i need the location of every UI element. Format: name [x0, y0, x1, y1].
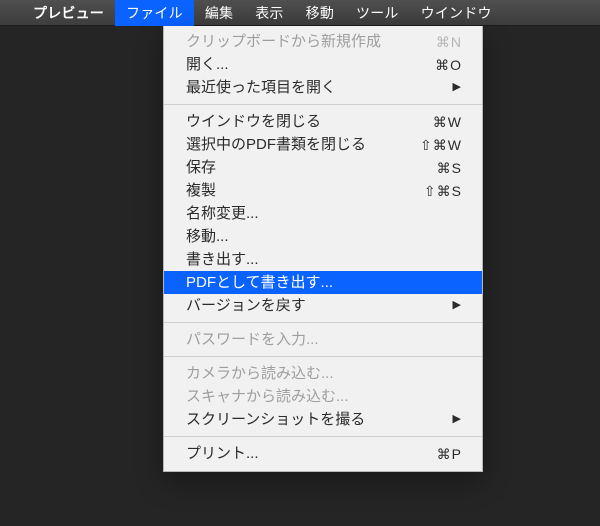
menu-item-label: 開く... [186, 57, 435, 72]
menu-item-label: 移動... [186, 229, 462, 244]
menu-item-shortcut: ⌘S [437, 161, 462, 175]
menu-item-row: スキャナから読み込む... [164, 385, 482, 408]
menu-item-shortcut: ⇧⌘S [424, 184, 462, 198]
menu-item-label: バージョンを戻す [186, 298, 453, 313]
menu-item-label: カメラから読み込む... [186, 366, 462, 381]
menu-item-row[interactable]: スクリーンショットを撮る▶ [164, 408, 482, 431]
menu-item-shortcut: ⌘W [433, 115, 462, 129]
menubar-item[interactable]: 移動 [295, 0, 345, 26]
menubar: プレビュー ファイル編集表示移動ツールウインドウ [0, 0, 600, 26]
menu-item-label: パスワードを入力... [186, 332, 462, 347]
menu-item-label: 複製 [186, 183, 424, 198]
menu-item-row[interactable]: 書き出す... [164, 248, 482, 271]
menu-item-row: パスワードを入力... [164, 328, 482, 351]
menubar-item[interactable]: ウインドウ [410, 0, 503, 26]
menu-item-row[interactable]: 移動... [164, 225, 482, 248]
menubar-item[interactable]: 編集 [194, 0, 244, 26]
menu-item-row[interactable]: 保存⌘S [164, 156, 482, 179]
menu-item-row[interactable]: バージョンを戻す▶ [164, 294, 482, 317]
menu-item-row[interactable]: 開く...⌘O [164, 53, 482, 76]
menu-item-label: スキャナから読み込む... [186, 389, 462, 404]
menu-item-row[interactable]: 選択中のPDF書類を閉じる⇧⌘W [164, 133, 482, 156]
menu-separator [164, 104, 482, 105]
menu-item-label: 保存 [186, 160, 437, 175]
menu-item-shortcut: ⇧⌘W [420, 138, 462, 152]
menu-item-label: 名称変更... [186, 206, 462, 221]
menu-item-row[interactable]: プリント...⌘P [164, 442, 482, 465]
menubar-item[interactable]: 表示 [244, 0, 294, 26]
menu-item-row[interactable]: PDFとして書き出す... [164, 271, 482, 294]
menu-item-row[interactable]: ウインドウを閉じる⌘W [164, 110, 482, 133]
submenu-arrow-icon: ▶ [453, 414, 462, 425]
menu-item-label: スクリーンショットを撮る [186, 412, 453, 427]
menu-item-label: ウインドウを閉じる [186, 114, 433, 129]
submenu-arrow-icon: ▶ [453, 82, 462, 93]
submenu-arrow-icon: ▶ [453, 300, 462, 311]
menu-item-shortcut: ⌘P [437, 447, 462, 461]
file-menu-dropdown: クリップボードから新規作成⌘N開く...⌘O最近使った項目を開く▶ウインドウを閉… [163, 26, 483, 472]
menu-item-label: プリント... [186, 446, 437, 461]
app-name-menu[interactable]: プレビュー [22, 0, 115, 26]
menu-item-row: カメラから読み込む... [164, 362, 482, 385]
menu-separator [164, 322, 482, 323]
menubar-item[interactable]: ツール [345, 0, 410, 26]
menu-item-row[interactable]: 名称変更... [164, 202, 482, 225]
menu-item-label: クリップボードから新規作成 [186, 34, 436, 49]
menu-item-row[interactable]: 最近使った項目を開く▶ [164, 76, 482, 99]
menu-item-row[interactable]: 複製⇧⌘S [164, 179, 482, 202]
menu-item-shortcut: ⌘O [435, 58, 462, 72]
menu-item-label: 書き出す... [186, 252, 462, 267]
menu-item-label: 最近使った項目を開く [186, 80, 453, 95]
menubar-item[interactable]: ファイル [115, 0, 194, 26]
menu-item-label: 選択中のPDF書類を閉じる [186, 137, 420, 152]
menu-separator [164, 436, 482, 437]
menu-item-label: PDFとして書き出す... [186, 275, 462, 290]
menu-item-row: クリップボードから新規作成⌘N [164, 30, 482, 53]
menu-item-shortcut: ⌘N [436, 35, 462, 49]
menu-separator [164, 356, 482, 357]
